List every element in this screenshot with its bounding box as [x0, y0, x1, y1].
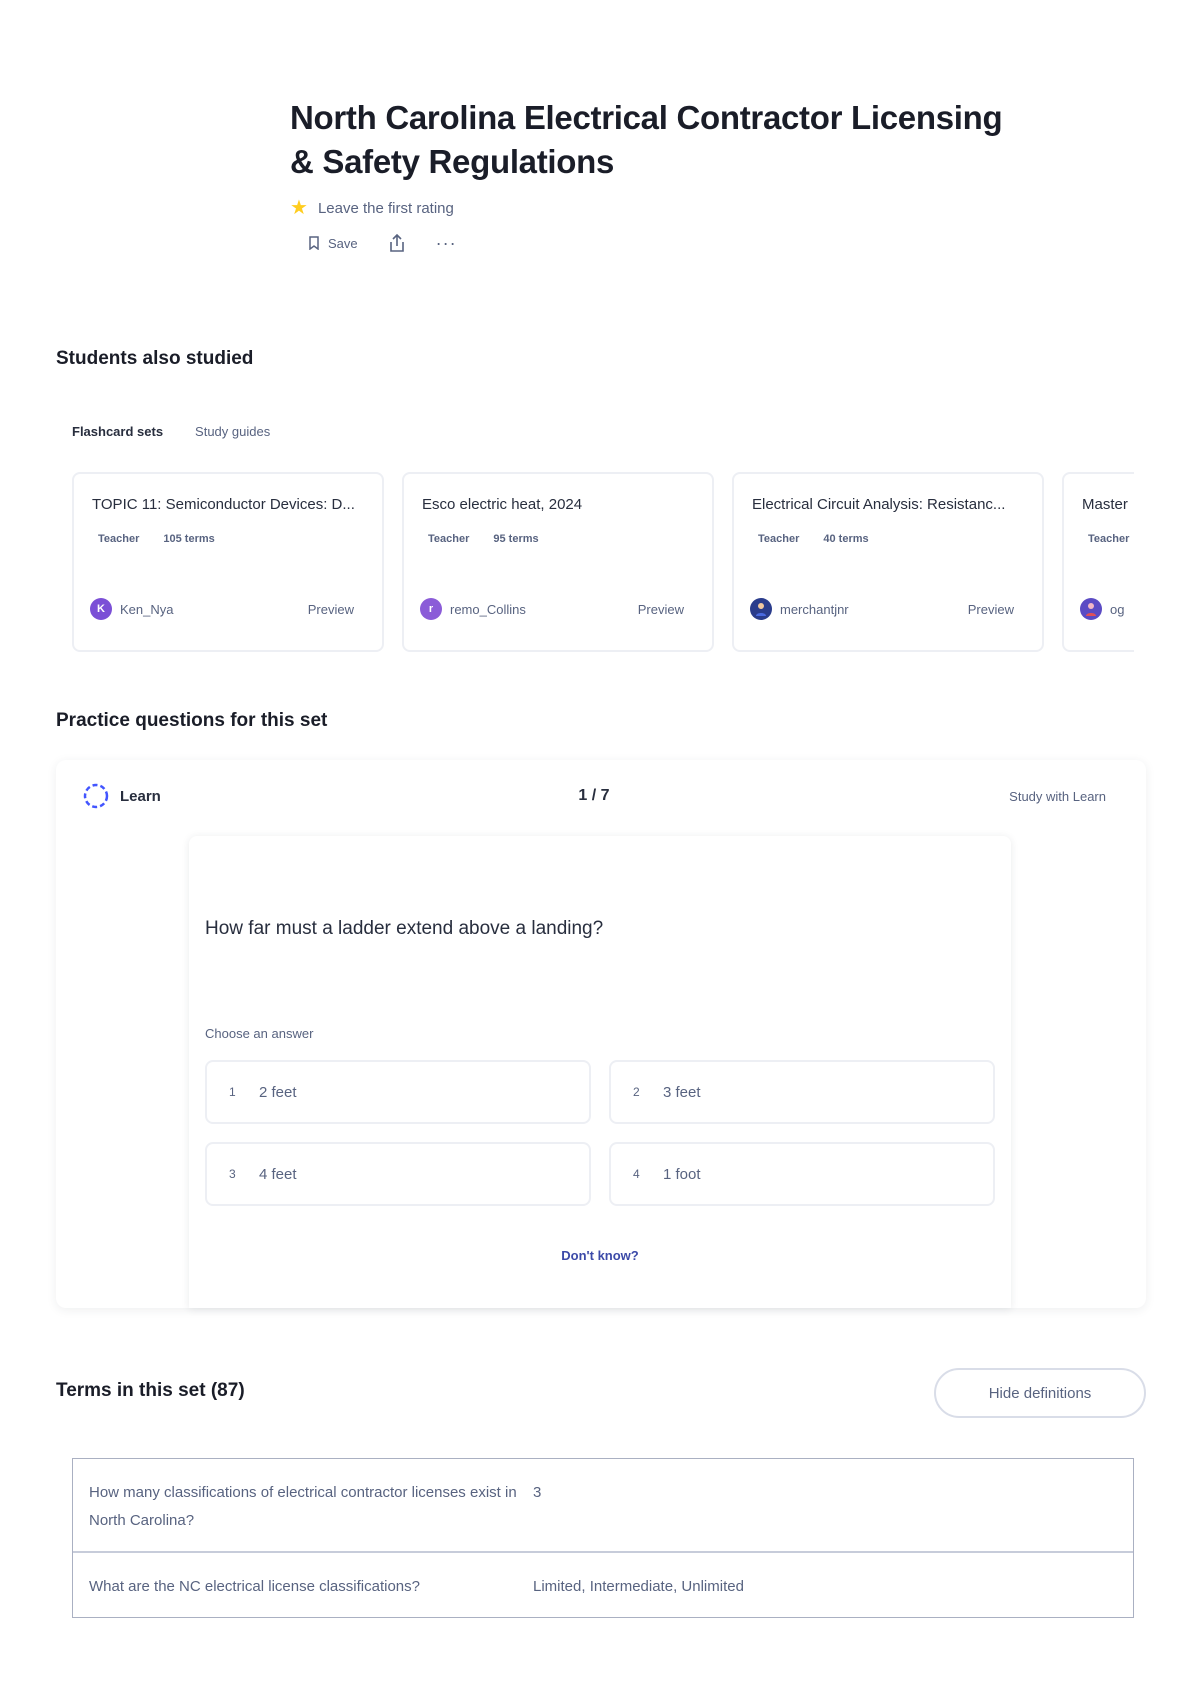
- related-set-card[interactable]: Electrical Circuit Analysis: Resistanc..…: [732, 472, 1044, 652]
- question-counter: 1 / 7: [578, 787, 610, 804]
- related-sets-carousel[interactable]: TOPIC 11: Semiconductor Devices: D... Te…: [72, 472, 1134, 656]
- card-term-count: 40 terms: [823, 533, 869, 545]
- answer-option[interactable]: 3 4 feet: [205, 1142, 591, 1206]
- terms-heading: Terms in this set (87): [56, 1380, 245, 1401]
- rating-link[interactable]: Leave the first rating: [318, 200, 454, 217]
- avatar: r: [420, 598, 442, 620]
- more-options-button[interactable]: ···: [436, 228, 457, 258]
- share-button[interactable]: [388, 228, 406, 258]
- answer-option[interactable]: 2 3 feet: [609, 1060, 995, 1124]
- star-icon[interactable]: ★: [290, 198, 308, 218]
- card-role: Teacher: [98, 533, 140, 545]
- students-also-studied-heading: Students also studied: [56, 348, 254, 369]
- card-role: Teacher: [758, 533, 800, 545]
- set-header: North Carolina Electrical Contractor Lic…: [290, 96, 1010, 258]
- learn-header: Learn 1 / 7 Study with Learn: [82, 782, 1106, 810]
- preview-button[interactable]: Preview: [968, 602, 1014, 617]
- card-term-count: 105 terms: [163, 533, 215, 545]
- save-button[interactable]: Save: [308, 228, 358, 258]
- learn-label: Learn: [120, 787, 161, 805]
- term-row: What are the NC electrical license class…: [73, 1551, 1133, 1617]
- card-username[interactable]: merchantjnr: [780, 602, 849, 617]
- card-title: Master: [1082, 496, 1128, 513]
- preview-button[interactable]: Preview: [308, 602, 354, 617]
- definition-text: Limited, Intermediate, Unlimited: [533, 1578, 744, 1595]
- tab-flashcard-sets[interactable]: Flashcard sets: [72, 424, 163, 439]
- card-term-count: 95 terms: [493, 533, 539, 545]
- answer-option[interactable]: 1 2 feet: [205, 1060, 591, 1124]
- avatar: [1080, 598, 1102, 620]
- dont-know-button[interactable]: Don't know?: [189, 1248, 1011, 1263]
- related-set-card[interactable]: TOPIC 11: Semiconductor Devices: D... Te…: [72, 472, 384, 652]
- answer-option[interactable]: 4 1 foot: [609, 1142, 995, 1206]
- card-role: Teacher: [428, 533, 470, 545]
- share-icon: [388, 233, 406, 253]
- preview-button[interactable]: Preview: [638, 602, 684, 617]
- rating-row[interactable]: ★ Leave the first rating: [290, 198, 1010, 218]
- definition-text: 3: [533, 1484, 542, 1501]
- terms-list: How many classifications of electrical c…: [72, 1458, 1134, 1618]
- bookmark-icon: [308, 236, 320, 250]
- answer-text: 1 foot: [663, 1165, 701, 1183]
- set-actions: Save ···: [290, 228, 1010, 258]
- answer-number: 1: [229, 1085, 236, 1099]
- study-tabs: Flashcard sets Study guides: [72, 424, 270, 439]
- choose-answer-label: Choose an answer: [205, 1026, 314, 1041]
- card-username[interactable]: Ken_Nya: [120, 602, 173, 617]
- study-with-learn-link[interactable]: Study with Learn: [1009, 789, 1106, 804]
- term-row: How many classifications of electrical c…: [73, 1459, 1133, 1551]
- save-label: Save: [328, 235, 358, 251]
- dont-know-label: Don't know?: [561, 1248, 639, 1263]
- card-role: Teacher: [1088, 533, 1130, 545]
- question-card: How far must a ladder extend above a lan…: [189, 836, 1011, 1308]
- tab-study-guides[interactable]: Study guides: [195, 424, 270, 439]
- answer-number: 2: [633, 1085, 640, 1099]
- answer-number: 3: [229, 1167, 236, 1181]
- avatar: [750, 598, 772, 620]
- avatar: K: [90, 598, 112, 620]
- answer-text: 4 feet: [259, 1165, 297, 1183]
- card-title: Electrical Circuit Analysis: Resistanc..…: [752, 496, 1006, 513]
- term-text: How many classifications of electrical c…: [89, 1484, 517, 1529]
- learn-icon: [82, 782, 110, 810]
- answer-number: 4: [633, 1167, 640, 1181]
- term-text: What are the NC electrical license class…: [89, 1578, 420, 1595]
- related-set-card[interactable]: Esco electric heat, 2024 Teacher 95 term…: [402, 472, 714, 652]
- answer-text: 2 feet: [259, 1083, 297, 1101]
- practice-questions-heading: Practice questions for this set: [56, 710, 328, 731]
- related-set-card[interactable]: Master Teacher og: [1062, 472, 1134, 652]
- learn-panel: Learn 1 / 7 Study with Learn How far mus…: [56, 760, 1146, 1308]
- card-username[interactable]: og: [1110, 602, 1124, 617]
- question-text: How far must a ladder extend above a lan…: [205, 918, 604, 939]
- learn-mode-label: Learn: [82, 782, 161, 810]
- more-icon: ···: [435, 232, 457, 253]
- answer-options: 1 2 feet 2 3 feet 3 4 feet 4 1 foot: [205, 1060, 995, 1206]
- card-title: TOPIC 11: Semiconductor Devices: D...: [92, 496, 355, 513]
- answer-text: 3 feet: [663, 1083, 701, 1101]
- card-username[interactable]: remo_Collins: [450, 602, 526, 617]
- card-title: Esco electric heat, 2024: [422, 496, 583, 513]
- hide-definitions-button[interactable]: Hide definitions: [934, 1368, 1146, 1418]
- page-title: North Carolina Electrical Contractor Lic…: [290, 99, 1003, 180]
